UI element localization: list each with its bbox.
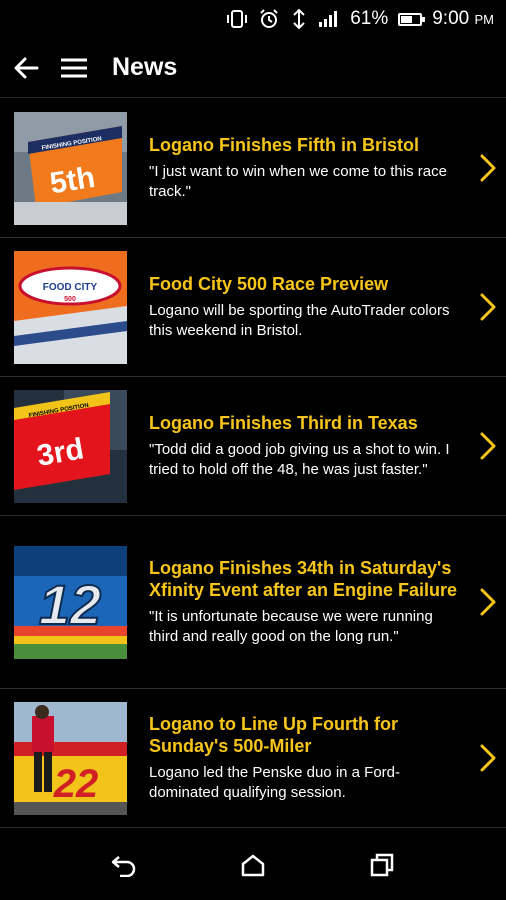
- news-list: FINISHING POSITION 5th Logano Finishes F…: [0, 99, 506, 828]
- clock-ampm: PM: [474, 12, 495, 27]
- news-text: Logano Finishes Fifth in Bristol "I just…: [127, 134, 470, 202]
- alarm-icon: [258, 8, 280, 30]
- news-item[interactable]: 12 Logano Finishes 34th in Saturday's Xf…: [0, 516, 506, 689]
- news-item[interactable]: FINISHING POSITION 3rd Logano Finishes T…: [0, 377, 506, 516]
- clock: 9:00 PM: [432, 8, 494, 30]
- news-headline: Logano Finishes 34th in Saturday's Xfini…: [149, 558, 458, 600]
- news-thumbnail: 22: [14, 701, 127, 815]
- chevron-right-icon: [470, 153, 506, 183]
- nav-recents-icon: [370, 853, 393, 877]
- page-title: News: [112, 53, 178, 81]
- chevron-right-icon: [470, 431, 506, 461]
- battery-icon: [398, 12, 426, 26]
- news-item[interactable]: FINISHING POSITION 5th Logano Finishes F…: [0, 99, 506, 238]
- battery-percent: 61%: [350, 8, 389, 29]
- thumb-text: FOOD CITY: [43, 282, 98, 293]
- clock-time: 9:00: [432, 8, 470, 29]
- status-bar: 61% 9:00 PM: [0, 0, 506, 38]
- news-thumbnail: FINISHING POSITION 5th: [14, 111, 127, 225]
- system-nav-bar: [0, 830, 506, 900]
- thumb-text: 5th: [48, 160, 98, 200]
- signal-icon: [318, 10, 340, 28]
- nav-home-icon: [241, 854, 265, 877]
- news-headline: Logano to Line Up Fourth for Sunday's 50…: [149, 714, 398, 756]
- nav-home-button[interactable]: [233, 845, 273, 885]
- news-thumbnail: FINISHING POSITION 3rd: [14, 389, 127, 503]
- app-bar: News: [0, 38, 506, 98]
- nav-recents-button[interactable]: [362, 845, 402, 885]
- news-summary: "It is unfortunate because we were runni…: [149, 608, 433, 645]
- news-item[interactable]: FOOD CITY 500 Food City 500 Race Preview…: [0, 238, 506, 377]
- news-thumbnail: 12: [14, 545, 127, 659]
- news-summary: Logano will be sporting the AutoTrader c…: [149, 302, 450, 339]
- news-thumbnail: FOOD CITY 500: [14, 250, 127, 364]
- chevron-right-icon: [470, 292, 506, 322]
- news-headline: Logano Finishes Third in Texas: [149, 413, 418, 433]
- back-button[interactable]: [4, 46, 48, 90]
- news-text: Food City 500 Race Preview Logano will b…: [127, 273, 470, 341]
- thumb-caption: 500: [64, 296, 76, 303]
- news-text: Logano Finishes Third in Texas "Todd did…: [127, 412, 470, 480]
- thumb-text: 22: [53, 762, 99, 806]
- news-summary: "Todd did a good job giving us a shot to…: [149, 441, 450, 478]
- news-text: Logano Finishes 34th in Saturday's Xfini…: [127, 557, 470, 647]
- news-summary: "I just want to win when we come to this…: [149, 163, 447, 200]
- back-arrow-icon: [14, 57, 39, 78]
- data-sync-icon: [290, 8, 308, 30]
- news-headline: Food City 500 Race Preview: [149, 274, 389, 294]
- nav-back-button[interactable]: [104, 845, 144, 885]
- hamburger-menu-icon: [61, 58, 87, 77]
- menu-button[interactable]: [54, 46, 94, 90]
- thumb-text: 12: [39, 573, 101, 636]
- news-item[interactable]: 22 Logano to Line Up Fourth for Sunday's…: [0, 689, 506, 828]
- news-headline: Logano Finishes Fifth in Bristol: [149, 135, 419, 155]
- news-text: Logano to Line Up Fourth for Sunday's 50…: [127, 713, 470, 803]
- vibrate-icon: [226, 9, 248, 29]
- news-summary: Logano led the Penske duo in a Ford-domi…: [149, 764, 401, 801]
- nav-back-icon: [112, 856, 136, 877]
- chevron-right-icon: [470, 743, 506, 773]
- chevron-right-icon: [470, 587, 506, 617]
